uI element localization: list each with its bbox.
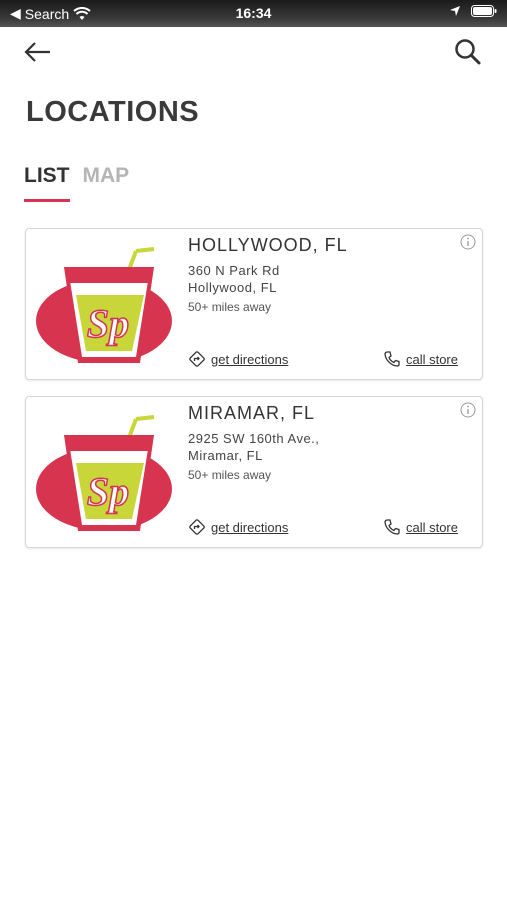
get-directions-label: get directions bbox=[211, 351, 289, 367]
view-tabs: LIST MAP bbox=[24, 164, 130, 202]
call-store-label: call store bbox=[405, 351, 458, 367]
phone-icon bbox=[384, 519, 400, 535]
address-line-2: Miramar, FL bbox=[188, 448, 263, 463]
status-time: 16:34 bbox=[235, 5, 272, 21]
directions-icon bbox=[189, 351, 205, 367]
phone-icon bbox=[384, 351, 400, 367]
app-header bbox=[0, 27, 507, 77]
tab-map[interactable]: MAP bbox=[83, 164, 130, 200]
address-line-1: 360 N Park Rd bbox=[188, 263, 280, 278]
logo-text: Sp bbox=[87, 301, 129, 346]
address-line-1: 2925 SW 160th Ave., bbox=[188, 431, 320, 446]
search-icon bbox=[455, 39, 481, 65]
tab-list[interactable]: LIST bbox=[24, 164, 70, 202]
get-directions-label: get directions bbox=[211, 519, 289, 535]
back-button[interactable] bbox=[22, 37, 54, 67]
location-card[interactable]: Sp HOLLYWOOD, FL 360 N Park Rd Hollywood… bbox=[25, 228, 483, 380]
get-directions-link[interactable]: get directions bbox=[188, 350, 288, 368]
location-card[interactable]: Sp MIRAMAR, FL 2925 SW 160th Ave., Miram… bbox=[25, 396, 483, 548]
directions-icon bbox=[189, 519, 205, 535]
call-store-link[interactable]: call store bbox=[383, 518, 458, 536]
store-name: MIRAMAR, FL bbox=[188, 403, 316, 423]
distance-label: 50+ miles away bbox=[188, 468, 272, 482]
battery-icon bbox=[471, 5, 497, 17]
search-button[interactable] bbox=[453, 37, 483, 67]
store-name: HOLLYWOOD, FL bbox=[188, 235, 348, 255]
address-line-2: Hollywood, FL bbox=[188, 280, 277, 295]
call-store-link[interactable]: call store bbox=[383, 350, 458, 368]
arrow-left-icon bbox=[24, 42, 50, 62]
distance-label: 50+ miles away bbox=[188, 300, 272, 314]
get-directions-link[interactable]: get directions bbox=[188, 518, 288, 536]
status-bar: ◀ Search 16:34 bbox=[0, 0, 507, 27]
location-arrow-icon bbox=[450, 6, 460, 16]
logo-text: Sp bbox=[87, 469, 129, 514]
info-icon[interactable] bbox=[460, 234, 476, 250]
page-title: LOCATIONS bbox=[26, 96, 200, 128]
store-logo: Sp bbox=[36, 247, 172, 363]
info-icon[interactable] bbox=[460, 402, 476, 418]
store-logo: Sp bbox=[36, 415, 172, 531]
call-store-label: call store bbox=[405, 519, 458, 535]
